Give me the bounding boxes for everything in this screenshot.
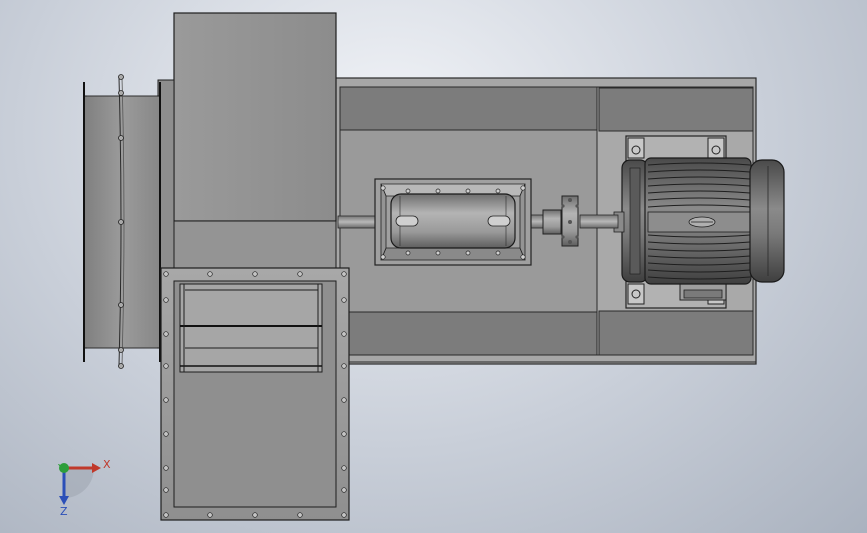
electric-motor xyxy=(613,157,785,301)
z-axis-arrowhead xyxy=(59,496,69,505)
y-axis-label: Y xyxy=(57,462,65,475)
z-axis-label: Z xyxy=(60,505,68,518)
inlet-ring xyxy=(83,74,161,369)
outlet-flange xyxy=(160,267,350,521)
x-axis-label: X xyxy=(103,458,111,471)
bearing-housing xyxy=(374,178,532,266)
blower-assembly-drawing: X Y Z xyxy=(57,12,785,521)
fan-housing xyxy=(157,12,337,274)
coordinate-triad: X Y Z xyxy=(57,458,111,518)
x-axis-arrowhead xyxy=(92,463,101,473)
cad-viewport[interactable]: X Y Z xyxy=(0,0,867,533)
